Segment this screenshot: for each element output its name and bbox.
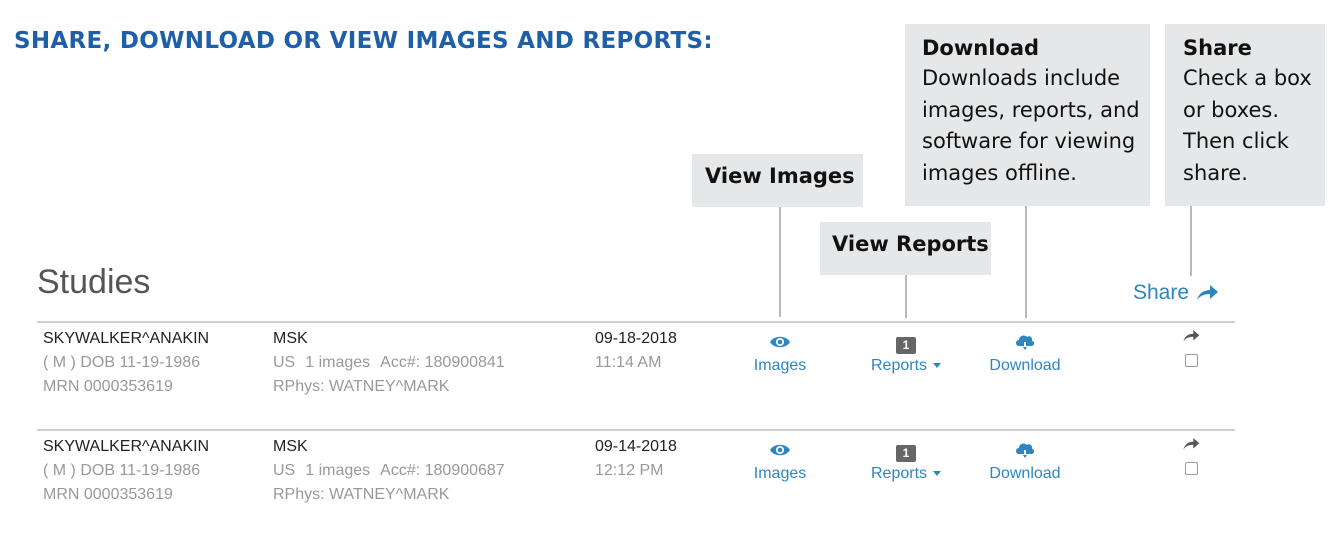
view-reports-label: Reports	[870, 465, 928, 482]
cloud-download-icon	[975, 333, 1075, 355]
page-heading: SHARE, DOWNLOAD OR VIEW IMAGES AND REPOR…	[14, 28, 713, 54]
studies-title: Studies	[37, 263, 151, 301]
callout-download-line: images offline.	[922, 160, 1077, 185]
image-count: 1 images	[305, 354, 371, 371]
callout-download: Download Downloads include images, repor…	[905, 24, 1150, 206]
study-info: MSK US 1 images Acc#: 180900841 RPhys: WAT…	[273, 327, 505, 399]
eye-icon	[730, 333, 830, 355]
study-time: 11:14 AM	[595, 354, 662, 371]
connector-download	[1025, 206, 1027, 318]
report-count-badge: 1	[896, 337, 916, 354]
study-info: MSK US 1 images Acc#: 180900687 RPhys: WAT…	[273, 435, 505, 507]
callout-download-title: Download	[922, 36, 1040, 60]
study-date: 09-18-2018	[595, 330, 677, 347]
callout-view-reports: View Reports	[820, 222, 991, 275]
callout-share-line: Check a box	[1183, 66, 1312, 90]
study-datetime: 09-18-2018 11:14 AM	[595, 327, 677, 375]
callout-share: Share Check a box or boxes. Then click s…	[1165, 24, 1325, 206]
share-checkbox[interactable]	[1184, 354, 1198, 367]
view-images-label: Images	[753, 357, 807, 374]
patient-info: SKYWALKER^ANAKIN ( M ) DOB 11-19-1986 MR…	[43, 327, 209, 399]
share-all-button[interactable]: Share	[1133, 281, 1219, 305]
study-details: US 1 images Acc#: 180900841	[273, 351, 505, 375]
view-reports-button[interactable]: 1 Reports	[856, 441, 956, 483]
connector-view-reports	[905, 275, 907, 318]
callout-share-line: share.	[1183, 160, 1248, 185]
callout-download-line: images, reports, and	[922, 97, 1140, 122]
patient-info: SKYWALKER^ANAKIN ( M ) DOB 11-19-1986 MR…	[43, 435, 209, 507]
download-label: Download	[989, 357, 1061, 374]
study-time: 12:12 PM	[595, 462, 664, 479]
patient-dob: ( M ) DOB 11-19-1986	[43, 462, 201, 479]
image-count: 1 images	[305, 462, 371, 479]
download-label: Download	[989, 465, 1061, 482]
download-button[interactable]: Download	[975, 333, 1075, 375]
patient-mrn: MRN 0000353619	[43, 486, 173, 503]
study-details: US 1 images Acc#: 180900687	[273, 459, 505, 483]
share-all-label: Share	[1133, 281, 1190, 304]
modality: US	[273, 354, 296, 371]
callout-view-images-title: View Images	[705, 164, 855, 188]
patient-name: SKYWALKER^ANAKIN	[43, 438, 210, 455]
view-images-button[interactable]: Images	[730, 441, 830, 483]
row-share	[1180, 437, 1202, 475]
study-datetime: 09-14-2018 12:12 PM	[595, 435, 677, 483]
accession-number: Acc#: 180900687	[380, 462, 505, 479]
share-checkbox[interactable]	[1184, 462, 1198, 475]
eye-icon	[730, 441, 830, 463]
report-count-badge-wrap: 1	[856, 333, 956, 355]
patient-mrn: MRN 0000353619	[43, 378, 173, 395]
referring-physician: RPhys: WATNEY^MARK	[273, 486, 450, 503]
download-button[interactable]: Download	[975, 441, 1075, 483]
report-count-badge: 1	[896, 445, 916, 462]
accession-number: Acc#: 180900841	[380, 354, 505, 371]
study-date: 09-14-2018	[595, 438, 677, 455]
connector-share	[1190, 206, 1192, 276]
cloud-download-icon	[975, 441, 1075, 463]
study-description: MSK	[273, 330, 308, 347]
view-images-button[interactable]: Images	[730, 333, 830, 375]
view-reports-button[interactable]: 1 Reports	[856, 333, 956, 375]
share-arrow-icon	[1197, 285, 1219, 300]
chevron-down-icon	[933, 363, 942, 369]
patient-name: SKYWALKER^ANAKIN	[43, 330, 210, 347]
callout-download-line: software for viewing	[922, 129, 1136, 153]
study-description: MSK	[273, 438, 308, 455]
callout-download-line: Downloads include	[922, 66, 1121, 90]
callout-view-reports-title: View Reports	[832, 232, 989, 256]
connector-view-images	[779, 207, 781, 317]
share-arrow-icon[interactable]	[1182, 437, 1200, 451]
share-arrow-icon[interactable]	[1182, 329, 1200, 343]
referring-physician: RPhys: WATNEY^MARK	[273, 378, 450, 395]
callout-share-line: or boxes.	[1183, 97, 1280, 122]
callout-view-images: View Images	[692, 154, 863, 207]
modality: US	[273, 462, 296, 479]
chevron-down-icon	[933, 471, 942, 477]
table-row: SKYWALKER^ANAKIN ( M ) DOB 11-19-1986 MR…	[0, 431, 1341, 531]
view-images-label: Images	[753, 465, 807, 482]
patient-dob: ( M ) DOB 11-19-1986	[43, 354, 201, 371]
row-share	[1180, 329, 1202, 367]
callout-share-title: Share	[1183, 36, 1252, 60]
report-count-badge-wrap: 1	[856, 441, 956, 463]
callout-share-line: Then click	[1183, 129, 1289, 153]
table-row: SKYWALKER^ANAKIN ( M ) DOB 11-19-1986 MR…	[0, 323, 1341, 423]
view-reports-label: Reports	[870, 357, 928, 374]
